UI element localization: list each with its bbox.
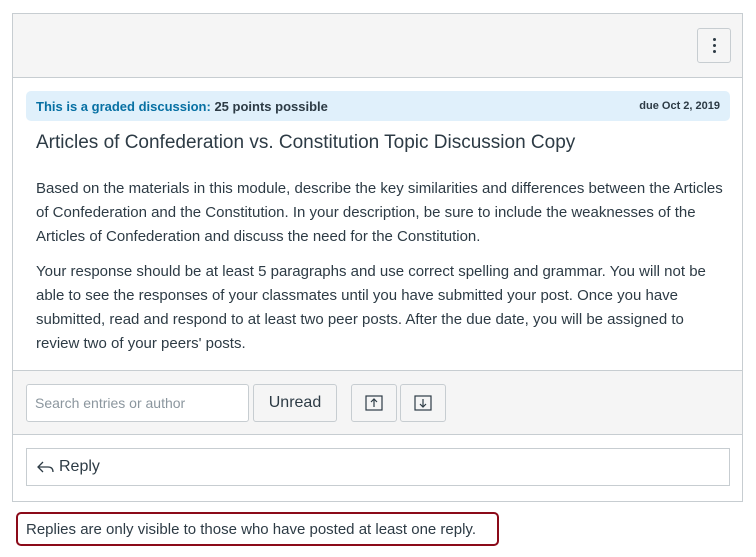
collapse-threads-icon (365, 395, 383, 411)
body-paragraph: Your response should be at least 5 parag… (36, 263, 706, 352)
replies-visibility-notice: Replies are only visible to those who ha… (16, 512, 499, 546)
collapse-threads-button[interactable] (351, 384, 397, 422)
points-possible: 25 points possible (214, 98, 328, 114)
discussion-body: Based on the materials in this module, d… (36, 177, 724, 367)
expand-threads-icon (414, 395, 432, 411)
graded-info: This is a graded discussion: 25 points p… (36, 99, 328, 114)
discussion-header-bar (13, 14, 742, 78)
options-menu-button[interactable] (697, 28, 731, 63)
unread-filter-button[interactable]: Unread (253, 384, 337, 422)
kebab-menu-icon (712, 38, 716, 53)
body-paragraph: Based on the materials in this module, d… (36, 180, 723, 245)
reply-arrow-icon (37, 460, 55, 474)
due-date: due Oct 2, 2019 (639, 100, 720, 112)
graded-discussion-banner: This is a graded discussion: 25 points p… (26, 91, 730, 121)
discussion-toolbar: Unread (13, 370, 742, 435)
graded-label: This is a graded discussion: (36, 98, 211, 114)
search-input[interactable] (26, 384, 249, 422)
reply-label: Reply (59, 458, 100, 475)
reply-button[interactable]: Reply (26, 448, 730, 486)
discussion-container: This is a graded discussion: 25 points p… (12, 13, 743, 502)
discussion-title: Articles of Confederation vs. Constituti… (36, 132, 576, 153)
expand-threads-button[interactable] (400, 384, 446, 422)
